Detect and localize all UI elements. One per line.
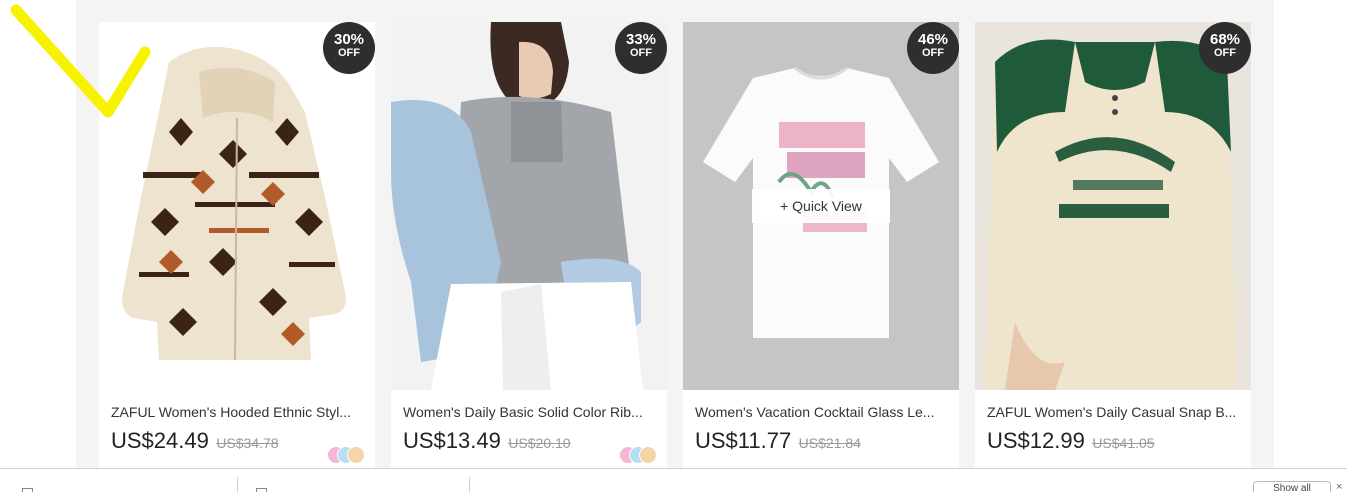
color-swatches[interactable] [327,446,367,464]
sale-price: US$12.99 [987,428,1085,453]
discount-percent: 68% [1209,31,1241,48]
sale-price: US$11.77 [695,428,792,453]
sale-price: US$13.49 [403,428,501,453]
discount-percent: 46% [917,31,949,48]
color-swatch[interactable] [347,446,365,464]
product-title[interactable]: ZAFUL Women's Daily Casual Snap B... [987,404,1241,420]
price-row: US$12.99 US$41.05 [987,428,1155,454]
sale-price: US$24.49 [111,428,209,453]
price-row: US$11.77 US$21.84 [695,428,861,454]
divider [469,477,470,492]
discount-off-label: OFF [338,47,360,59]
document-icon [256,488,267,492]
quick-view-button[interactable]: + Quick View [752,189,890,223]
download-bar: Show all × [0,468,1347,492]
product-title[interactable]: Women's Daily Basic Solid Color Rib... [403,404,657,420]
discount-percent: 30% [333,31,365,48]
discount-percent: 33% [625,31,657,48]
product-image[interactable] [99,22,375,390]
hoodie-image [975,22,1251,390]
product-grid-page: 30% OFF ZAFUL Women's Hooded Ethnic Styl… [0,0,1347,492]
discount-badge: 68% OFF [1199,22,1251,74]
original-price: US$41.05 [1092,435,1155,451]
product-card[interactable]: 30% OFF ZAFUL Women's Hooded Ethnic Styl… [99,22,375,468]
product-card[interactable]: 33% OFF Women's Daily Basic Solid Color … [391,22,667,468]
price-row: US$13.49 US$20.10 [403,428,571,454]
discount-off-label: OFF [922,47,944,59]
discount-badge: 30% OFF [323,22,375,74]
product-image[interactable] [975,22,1251,390]
discount-badge: 46% OFF [907,22,959,74]
color-swatches[interactable] [619,446,659,464]
discount-badge: 33% OFF [615,22,667,74]
discount-off-label: OFF [1214,47,1236,59]
price-row: US$24.49 US$34.78 [111,428,279,454]
product-card[interactable]: 68% OFF ZAFUL Women's Daily Casual Snap … [975,22,1251,468]
product-image[interactable] [391,22,667,390]
product-title[interactable]: ZAFUL Women's Hooded Ethnic Styl... [111,404,365,420]
discount-off-label: OFF [630,47,652,59]
original-price: US$34.78 [216,435,279,451]
original-price: US$20.10 [508,435,571,451]
divider [237,477,238,492]
close-icon[interactable]: × [1336,481,1342,492]
product-card[interactable]: 46% OFF + Quick View Women's Vacation Co… [683,22,959,468]
sweater-model-image [391,22,667,390]
file-icon [22,488,33,492]
hooded-jacket-image [99,22,375,390]
original-price: US$21.84 [798,435,861,451]
show-all-button[interactable]: Show all [1253,481,1331,492]
color-swatch[interactable] [639,446,657,464]
product-title[interactable]: Women's Vacation Cocktail Glass Le... [695,404,949,420]
